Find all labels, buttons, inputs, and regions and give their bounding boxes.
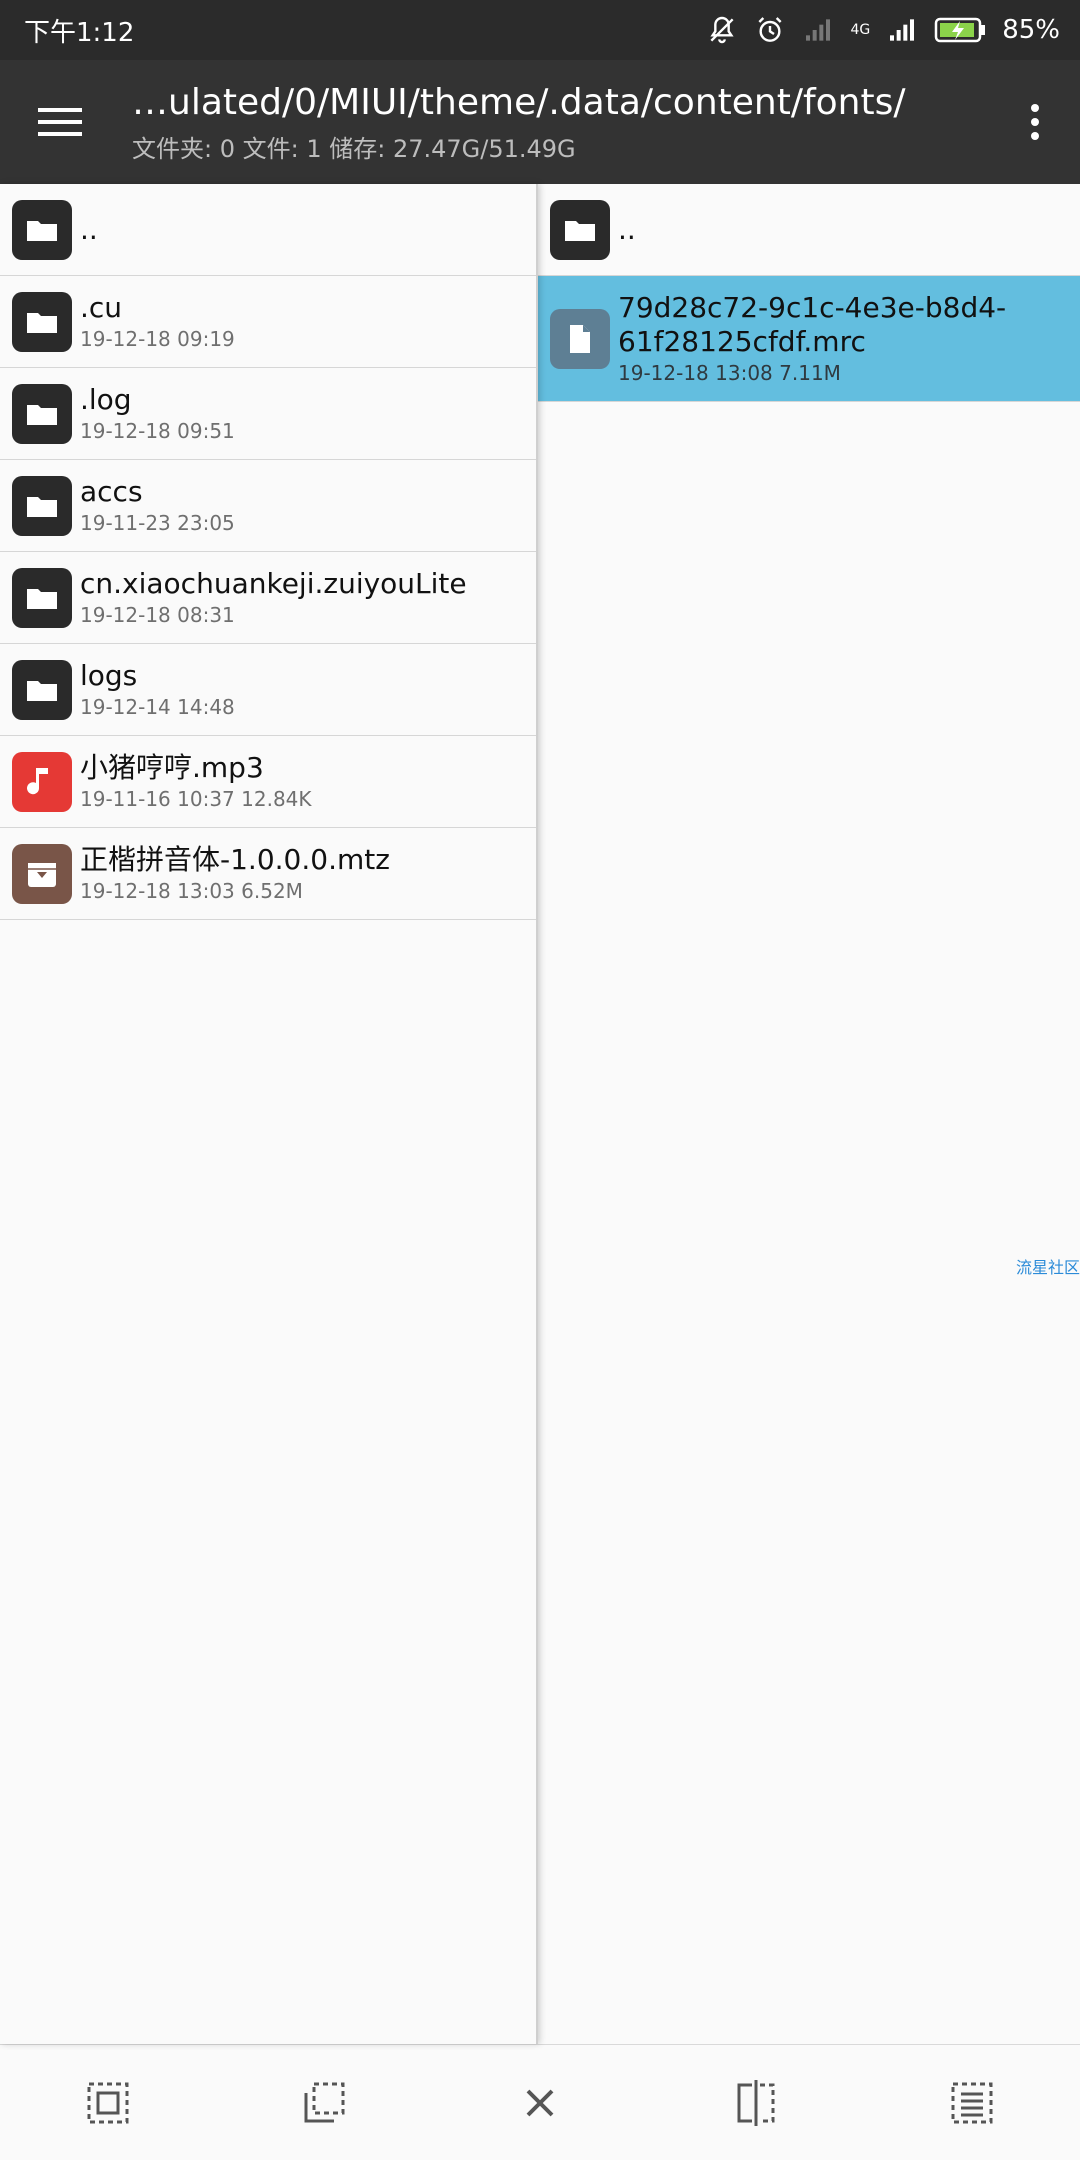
right-pane[interactable]: .. 79d28c72-9c1c-4e3e-b8d4-61f28125cfdf.… (538, 184, 1080, 2044)
row-name: logs (80, 658, 138, 692)
select-all-button[interactable] (48, 2053, 168, 2153)
row-meta: 19-12-18 09:51 (80, 418, 235, 443)
list-item[interactable]: 正楷拼音体-1.0.0.0.mtz 19-12-18 13:03 6.52M (0, 828, 536, 920)
row-meta: 19-11-23 23:05 (80, 510, 235, 535)
row-name: .cu (80, 290, 123, 324)
parent-folder-row[interactable]: .. (0, 184, 536, 276)
status-icons: 4G 85% (706, 14, 1060, 46)
close-icon (526, 2089, 554, 2116)
parent-folder-row[interactable]: .. (538, 184, 1080, 276)
list-item[interactable]: .cu 19-12-18 09:19 (0, 276, 536, 368)
list-select-button[interactable] (912, 2053, 1032, 2153)
folder-icon (12, 383, 72, 444)
compare-panes-button[interactable] (696, 2053, 816, 2153)
row-name: 正楷拼音体-1.0.0.0.mtz (80, 842, 390, 876)
folder-icon (12, 659, 72, 720)
dual-pane-container: .. .cu 19-12-18 09:19 .log 19-12-18 09:5… (0, 184, 1080, 2044)
row-name: .log (80, 382, 132, 416)
row-meta: 19-12-18 08:31 (80, 602, 235, 627)
watermark-text: 流星社区 (1015, 1258, 1080, 1277)
music-note-icon (12, 751, 72, 812)
status-bar: 下午1:12 4G 85% (0, 0, 1080, 60)
close-selection-button[interactable] (480, 2053, 600, 2153)
list-item[interactable]: .log 19-12-18 09:51 (0, 368, 536, 460)
row-name: 79d28c72-9c1c-4e3e-b8d4-61f28125cfdf.mrc (618, 290, 1007, 358)
select-partial-icon (304, 2082, 345, 2122)
network-type: 4G (850, 22, 871, 38)
row-name: accs (80, 474, 143, 508)
row-meta: 19-12-18 13:08 7.11M (618, 360, 841, 385)
signal-strong-icon (890, 19, 915, 41)
list-item[interactable]: logs 19-12-14 14:48 (0, 644, 536, 736)
signal-weak-icon (806, 19, 831, 41)
row-name: .. (618, 212, 636, 246)
list-select-icon (951, 2082, 993, 2123)
more-options-button[interactable] (990, 60, 1080, 184)
folder-icon (12, 291, 72, 352)
list-item[interactable]: cn.xiaochuankeji.zuiyouLite 19-12-18 08:… (0, 552, 536, 644)
folder-icon (12, 475, 72, 536)
row-meta: 19-12-18 13:03 6.52M (80, 878, 303, 903)
current-path: …ulated/0/MIUI/theme/.data/content/fonts… (132, 81, 906, 123)
hamburger-menu-icon (38, 108, 82, 136)
row-meta: 19-12-14 14:48 (80, 694, 235, 719)
folder-icon (12, 567, 72, 628)
select-all-icon (87, 2082, 129, 2123)
mute-bell-icon (710, 16, 735, 44)
status-time: 下午1:12 (24, 17, 135, 48)
row-name: .. (80, 212, 98, 246)
battery-level: 85% (1002, 15, 1060, 45)
list-item[interactable]: 小猪哼哼.mp3 19-11-16 10:37 12.84K (0, 736, 536, 828)
menu-button[interactable] (0, 60, 120, 184)
folder-summary: 文件夹: 0 文件: 1 储存: 27.47G/51.49G (132, 134, 576, 163)
row-name: 小猪哼哼.mp3 (80, 750, 264, 784)
more-vertical-icon (1031, 104, 1039, 140)
list-item-selected[interactable]: 79d28c72-9c1c-4e3e-b8d4-61f28125cfdf.mrc… (538, 276, 1080, 402)
folder-icon (12, 199, 72, 260)
battery-charging-icon (934, 17, 986, 43)
bottom-action-bar (0, 2044, 1080, 2160)
row-meta: 19-11-16 10:37 12.84K (80, 786, 312, 811)
select-partial-button[interactable] (264, 2053, 384, 2153)
file-icon (550, 308, 610, 369)
row-meta: 19-12-18 09:19 (80, 326, 235, 351)
left-pane[interactable]: .. .cu 19-12-18 09:19 .log 19-12-18 09:5… (0, 184, 538, 2044)
row-name: cn.xiaochuankeji.zuiyouLite (80, 566, 467, 600)
folder-icon (550, 199, 610, 260)
app-bar: …ulated/0/MIUI/theme/.data/content/fonts… (0, 60, 1080, 184)
archive-icon (12, 843, 72, 904)
compare-panes-icon (737, 2079, 775, 2126)
list-item[interactable]: accs 19-11-23 23:05 (0, 460, 536, 552)
alarm-icon (758, 17, 782, 42)
path-header: …ulated/0/MIUI/theme/.data/content/fonts… (120, 81, 990, 164)
